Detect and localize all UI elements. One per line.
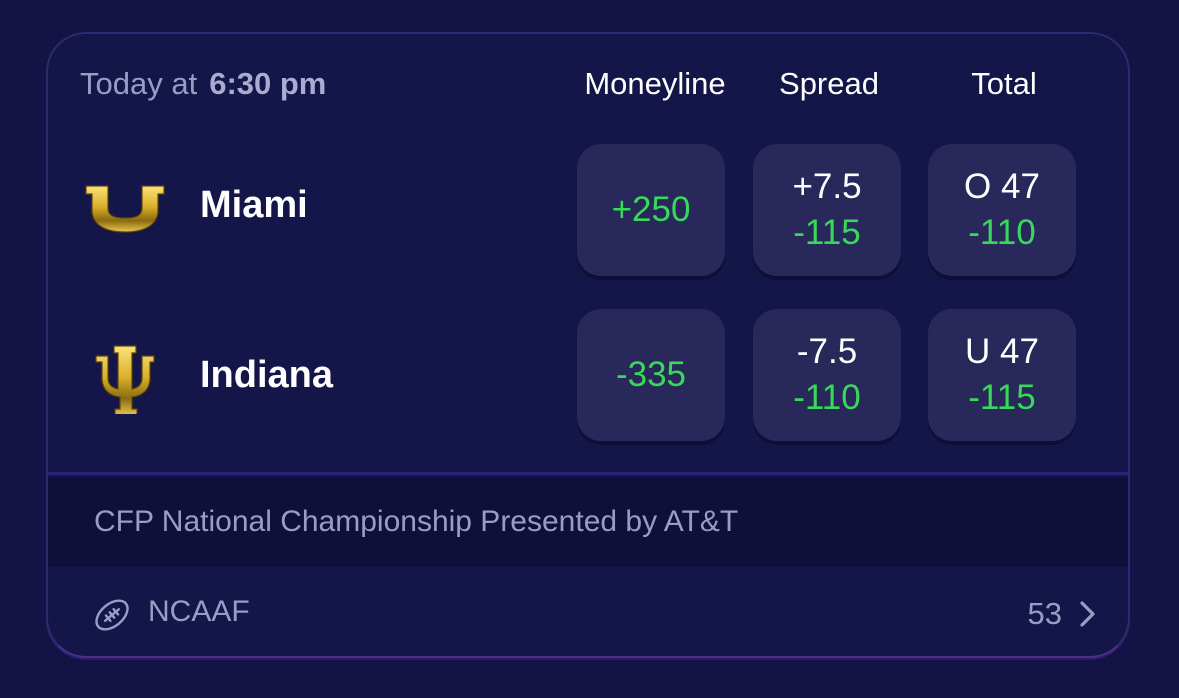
moneyline-button-miami[interactable]: +250: [577, 144, 725, 276]
more-markets-count: 53: [1027, 596, 1062, 631]
spread-line: -7.5: [796, 332, 858, 371]
column-header-spread: Spread: [779, 66, 879, 101]
total-line: U 47: [965, 332, 1039, 371]
game-time-label: 6:30 pm: [209, 66, 327, 101]
spread-line: +7.5: [792, 167, 862, 206]
spread-price: -110: [793, 378, 861, 417]
game-day-label: Today at: [80, 66, 198, 101]
game-card: Today at 6:30 pm Moneyline Spread Total M…: [46, 32, 1130, 658]
total-price: -110: [968, 213, 1036, 252]
game-start-time: Today at 6:30 pm: [80, 66, 326, 102]
event-title: CFP National Championship Presented by A…: [94, 505, 739, 538]
indiana-iu-logo: [95, 345, 155, 414]
league-label: NCAAF: [148, 595, 250, 628]
spread-button-miami[interactable]: +7.5 -115: [753, 144, 901, 276]
team-name-miami: Miami: [200, 184, 308, 226]
miami-u-logo: [85, 185, 165, 233]
team-name-indiana: Indiana: [200, 354, 334, 396]
total-button-miami[interactable]: O 47 -110: [928, 144, 1076, 276]
column-header-total: Total: [971, 66, 1037, 101]
spread-button-indiana[interactable]: -7.5 -110: [753, 309, 901, 441]
spread-price: -115: [793, 213, 861, 252]
card-footer: NCAAF 53: [48, 567, 1128, 656]
moneyline-price: -335: [615, 355, 687, 394]
more-markets-link[interactable]: 53: [1028, 589, 1098, 639]
football-icon: [95, 599, 129, 631]
section-divider: [48, 472, 1128, 475]
event-banner: CFP National Championship Presented by A…: [48, 477, 1128, 567]
column-header-moneyline: Moneyline: [584, 66, 726, 101]
total-price: -115: [968, 378, 1036, 417]
moneyline-price: +250: [611, 190, 691, 229]
chevron-right-icon: [1080, 601, 1095, 627]
moneyline-button-indiana[interactable]: -335: [577, 309, 725, 441]
total-line: O 47: [964, 167, 1040, 206]
total-button-indiana[interactable]: U 47 -115: [928, 309, 1076, 441]
